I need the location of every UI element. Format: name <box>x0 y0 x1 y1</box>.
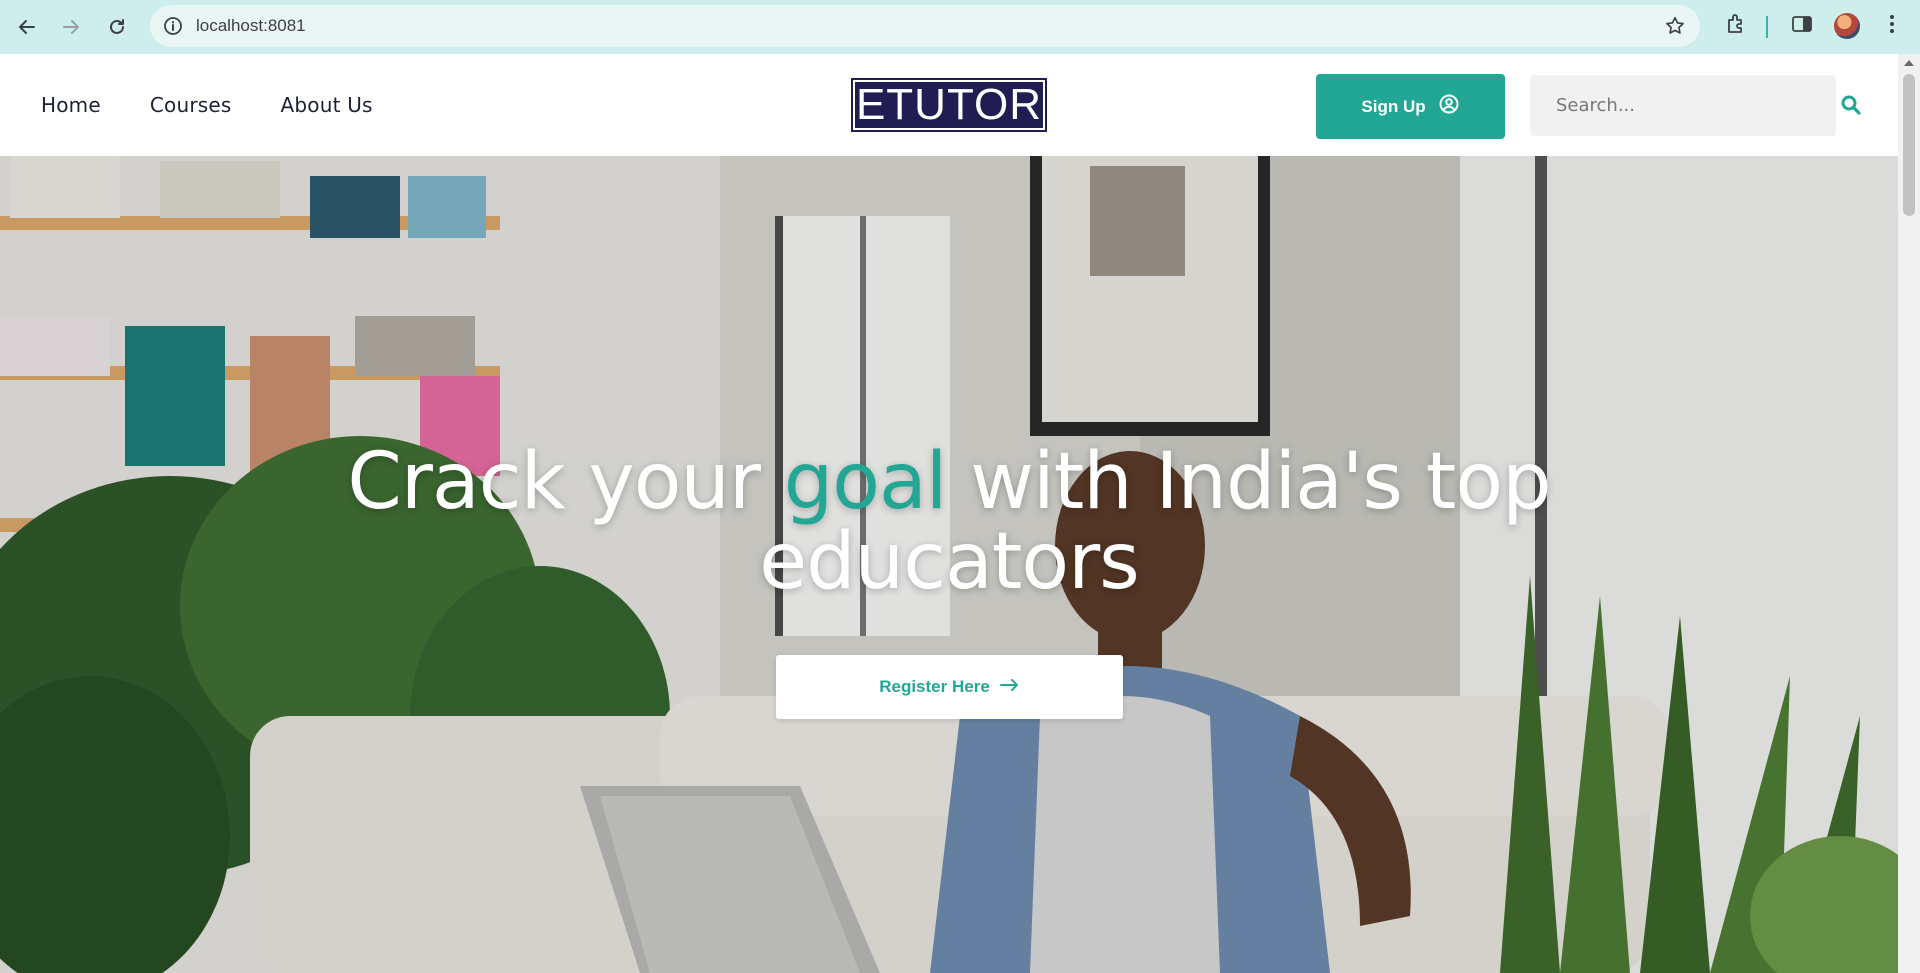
register-button[interactable]: Register Here <box>776 655 1123 719</box>
hero-heading-start: Crack your <box>347 437 761 527</box>
bookmark-star-icon[interactable] <box>1664 15 1686 42</box>
toolbar-divider <box>1766 16 1768 38</box>
scroll-up-arrow-icon[interactable] <box>1904 60 1914 66</box>
nav-home[interactable]: Home <box>41 93 101 117</box>
site-logo[interactable]: ETUTOR <box>851 78 1047 132</box>
main-nav: Home Courses About Us <box>41 93 373 117</box>
sign-up-label: Sign Up <box>1361 96 1426 116</box>
profile-avatar[interactable] <box>1834 13 1860 39</box>
side-panel-icon[interactable] <box>1790 12 1814 41</box>
extensions-icon[interactable] <box>1724 12 1748 41</box>
logo-text: ETUTOR <box>855 80 1043 129</box>
arrow-right-icon <box>999 677 1020 697</box>
search-input[interactable] <box>1530 75 1836 136</box>
user-circle-icon <box>1438 93 1460 120</box>
hero-heading-line2: educators <box>759 517 1140 607</box>
hero-heading-line1-end: with India's top <box>970 437 1551 527</box>
page-scrollbar[interactable] <box>1898 54 1920 973</box>
nav-about-us[interactable]: About Us <box>281 93 373 117</box>
url-text[interactable]: localhost:8081 <box>196 16 306 36</box>
register-label: Register Here <box>879 677 990 696</box>
hero-heading-accent: goal <box>783 437 948 527</box>
browser-toolbar: localhost:8081 <box>0 0 1920 54</box>
reload-icon[interactable] <box>99 9 135 45</box>
sign-up-button[interactable]: Sign Up <box>1316 74 1505 139</box>
back-arrow-icon[interactable] <box>9 9 45 45</box>
hero-heading: Crack your goal with India's top educato… <box>0 442 1898 602</box>
scrollbar-thumb[interactable] <box>1903 74 1915 216</box>
hero-section: Crack your goal with India's top educato… <box>0 156 1898 973</box>
site-header: Home Courses About Us ETUTOR Sign Up <box>0 54 1898 156</box>
site-info-icon[interactable] <box>162 15 184 42</box>
forward-arrow-icon[interactable] <box>53 9 89 45</box>
address-bar[interactable]: localhost:8081 <box>150 5 1700 47</box>
nav-courses[interactable]: Courses <box>150 93 232 117</box>
search-icon[interactable] <box>1840 94 1862 121</box>
more-menu-icon[interactable] <box>1880 12 1904 41</box>
